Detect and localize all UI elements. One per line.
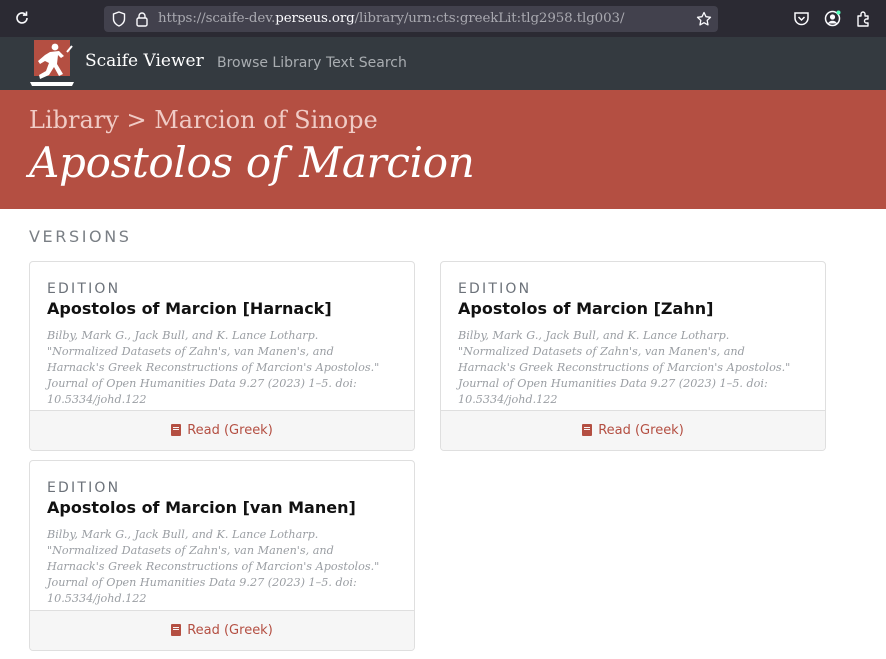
version-card: EDITION Apostolos of Marcion [Harnack] B… (29, 261, 415, 451)
read-label: Read (Greek) (187, 423, 273, 438)
pocket-icon[interactable] (793, 10, 810, 27)
read-greek-button[interactable]: Read (Greek) (441, 410, 825, 450)
book-icon (582, 424, 593, 436)
nav-browse-library[interactable]: Browse Library (217, 55, 321, 71)
version-kind: EDITION (458, 281, 532, 297)
book-icon (171, 424, 182, 436)
version-kind: EDITION (47, 480, 121, 496)
address-bar[interactable]: https://scaife-dev.perseus.org/library/u… (104, 6, 718, 32)
version-card: EDITION Apostolos of Marcion [Zahn] Bilb… (440, 261, 826, 451)
url-text[interactable]: https://scaife-dev.perseus.org/library/u… (158, 6, 624, 32)
account-icon[interactable] (824, 10, 841, 27)
versions-heading: VERSIONS (29, 227, 132, 246)
reload-icon[interactable] (14, 10, 30, 26)
shield-icon[interactable] (112, 11, 126, 27)
version-citation: Bilby, Mark G., Jack Bull, and K. Lance … (458, 329, 791, 406)
breadcrumb-author[interactable]: Marcion of Sinope (154, 106, 378, 134)
version-kind: EDITION (47, 281, 121, 297)
nav-text-search[interactable]: Text Search (326, 55, 407, 71)
version-title: Apostolos of Marcion [Zahn] (458, 299, 714, 318)
version-title: Apostolos of Marcion [Harnack] (47, 299, 332, 318)
star-icon[interactable] (696, 11, 712, 27)
lock-icon[interactable] (136, 11, 148, 27)
version-citation: Bilby, Mark G., Jack Bull, and K. Lance … (47, 528, 380, 605)
read-greek-button[interactable]: Read (Greek) (30, 610, 414, 650)
read-label: Read (Greek) (187, 623, 273, 638)
read-label: Read (Greek) (598, 423, 684, 438)
brand-name[interactable]: Scaife Viewer (85, 51, 204, 71)
breadcrumb-separator: > (126, 106, 147, 134)
browser-toolbar: https://scaife-dev.perseus.org/library/u… (0, 0, 886, 37)
breadcrumb: Library > Marcion of Sinope (29, 106, 378, 134)
version-card: EDITION Apostolos of Marcion [van Manen]… (29, 460, 415, 651)
breadcrumb-library[interactable]: Library (29, 106, 119, 134)
page-title: Apostolos of Marcion (29, 138, 475, 187)
extensions-icon[interactable] (855, 10, 872, 27)
book-icon (171, 624, 182, 636)
version-title: Apostolos of Marcion [van Manen] (47, 498, 356, 517)
version-citation: Bilby, Mark G., Jack Bull, and K. Lance … (47, 329, 380, 406)
read-greek-button[interactable]: Read (Greek) (30, 410, 414, 450)
scaife-logo-icon[interactable] (28, 40, 80, 88)
